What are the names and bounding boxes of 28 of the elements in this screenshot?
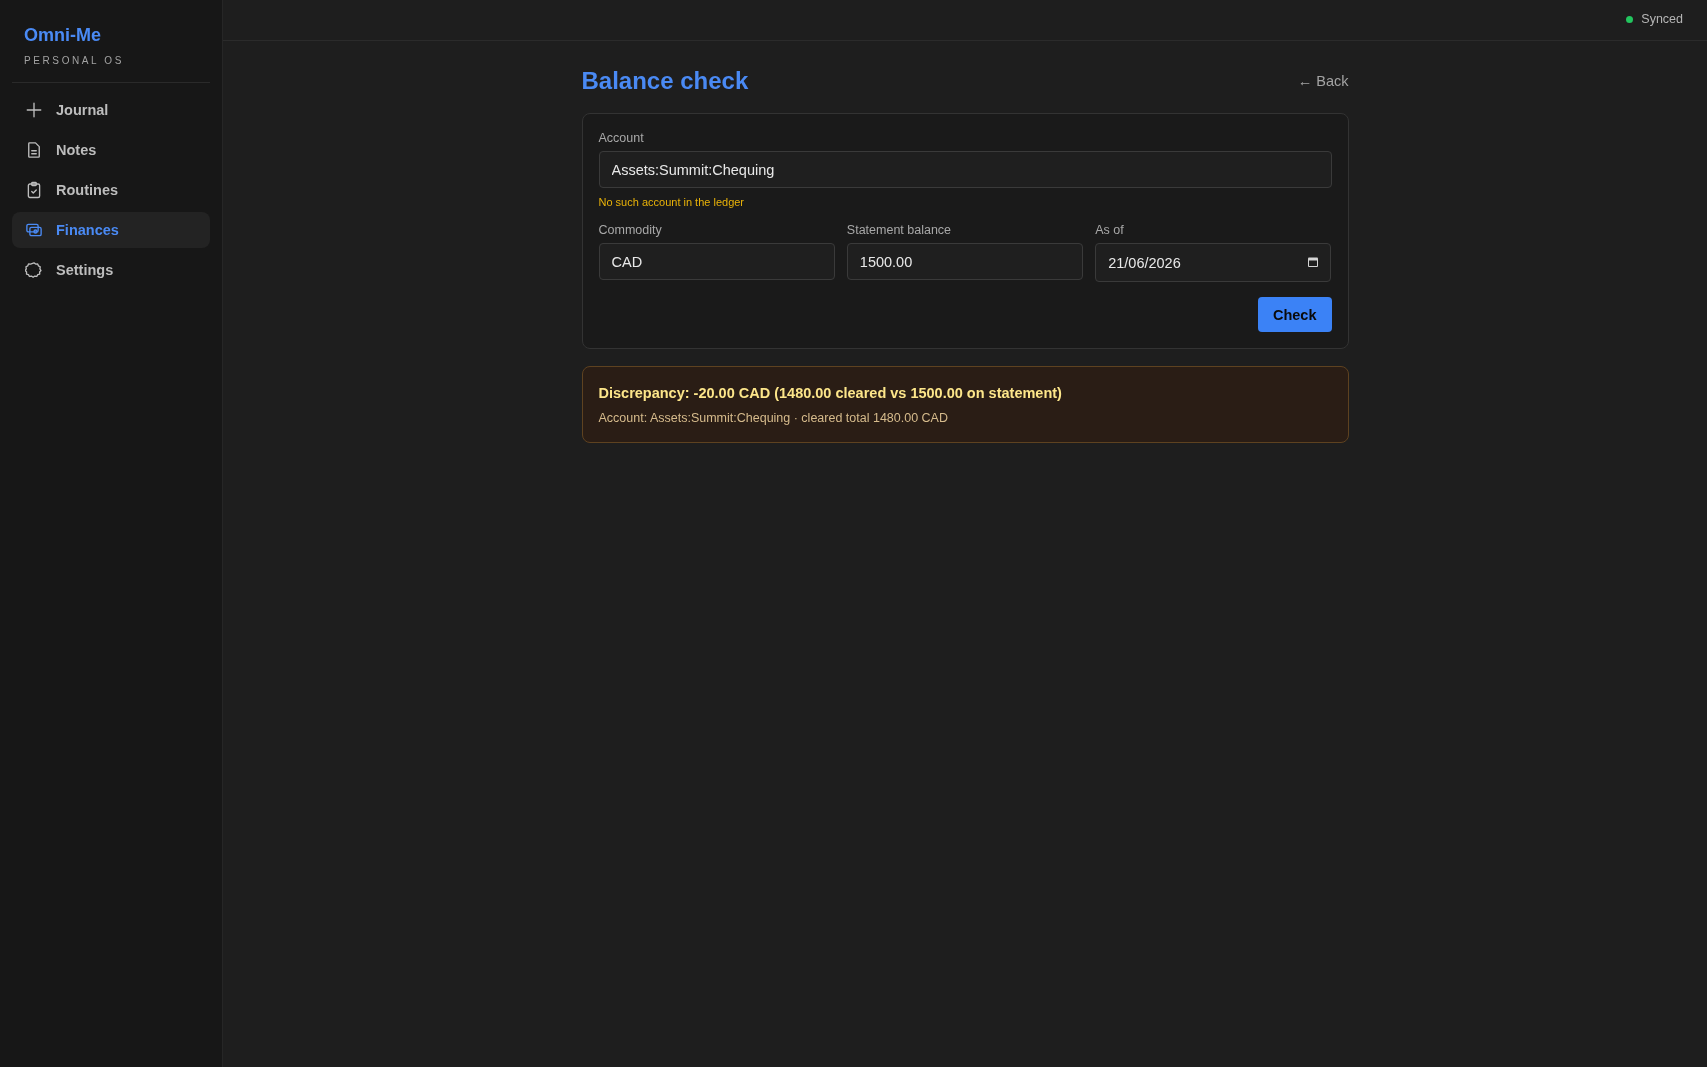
plus-icon <box>25 101 43 119</box>
gear-icon <box>25 261 43 279</box>
text-field[interactable]: 1500.00 <box>846 243 1084 280</box>
sidebar-item[interactable]: Notes <box>12 132 210 168</box>
check-button[interactable]: Check <box>1257 297 1332 332</box>
sidebar-item[interactable]: Journal <box>12 92 210 128</box>
document-icon <box>25 141 43 159</box>
sidebar-item[interactable]: Settings <box>12 252 210 288</box>
field-label: Statement balance <box>846 222 952 238</box>
field-label: Account <box>598 130 644 146</box>
sidebar-item[interactable]: Routines <box>12 172 210 208</box>
page-title: Balance check <box>581 66 749 96</box>
alert-title: Discrepancy: -20.00 CAD (1480.00 cleared vs 1500.00 on statement) <box>598 384 1062 402</box>
field-label: Commodity <box>598 222 662 238</box>
app-logo: Omni-Me <box>24 24 101 46</box>
back-link[interactable]: ← Back <box>1297 73 1349 89</box>
text-field[interactable]: Assets:Summit:Chequing <box>598 151 1332 188</box>
sidebar-item[interactable]: Finances <box>12 212 210 248</box>
alert-detail: Account: Assets:Summit:Chequing · cleared total 1480.00 CAD <box>598 410 948 426</box>
field-label: As of <box>1095 222 1124 238</box>
text-field[interactable]: CAD <box>598 243 835 280</box>
app-tagline: PERSONAL OS <box>24 55 124 67</box>
clipboard-check-icon <box>25 181 43 199</box>
banknotes-icon <box>25 221 43 239</box>
date-field[interactable]: 21/06/2026 <box>1095 243 1332 282</box>
field-error: No such account in the ledger <box>598 195 745 209</box>
calendar-icon <box>1307 256 1320 268</box>
sync-status: Synced <box>1641 12 1683 26</box>
